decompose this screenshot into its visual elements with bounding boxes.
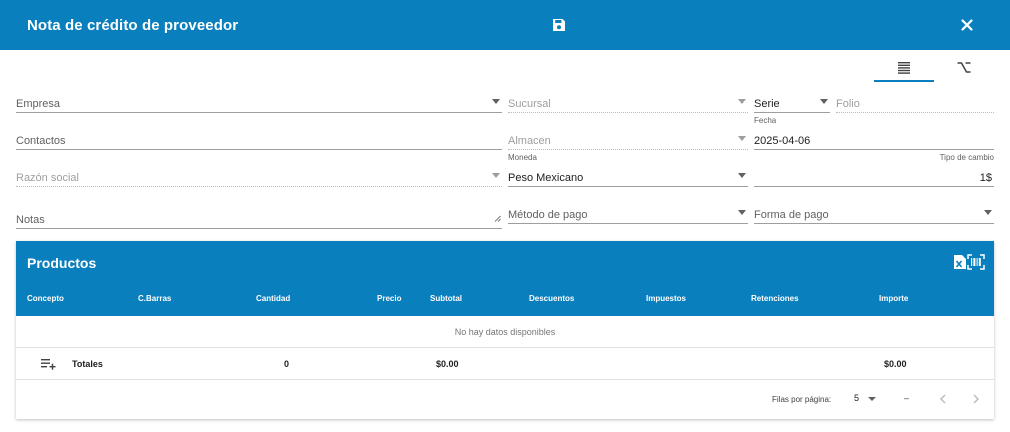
column-header[interactable]: C.Barras xyxy=(138,294,171,303)
barcode-scan-icon[interactable] xyxy=(967,254,985,275)
sucursal-placeholder: Sucursal xyxy=(508,98,551,110)
dialog-header: Nota de crédito de proveedor xyxy=(0,0,1010,50)
tipo-cambio-field[interactable]: Tipo de cambio 1$ xyxy=(754,153,994,187)
chevron-down-icon xyxy=(738,136,746,141)
forma-pago-select[interactable]: Forma de pago xyxy=(754,204,994,224)
column-header[interactable]: Retenciones xyxy=(751,294,799,303)
add-row-icon[interactable] xyxy=(40,357,56,376)
almacen-select[interactable]: Almacen xyxy=(508,130,748,150)
column-header[interactable]: Concepto xyxy=(27,294,64,303)
fecha-label: Fecha xyxy=(754,116,777,125)
totals-importe: $0.00 xyxy=(884,359,907,369)
close-icon[interactable] xyxy=(958,16,976,34)
totals-row: Totales 0 $0.00 $0.00 xyxy=(16,348,994,380)
resize-handle-icon[interactable] xyxy=(494,209,501,227)
tipo-cambio-label: Tipo de cambio xyxy=(939,153,994,162)
column-header[interactable]: Precio xyxy=(377,294,401,303)
totals-label: Totales xyxy=(72,359,103,369)
razon-social-placeholder: Razón social xyxy=(16,172,79,184)
notas-textarea[interactable]: Notas xyxy=(16,208,502,229)
chevron-down-icon xyxy=(492,99,500,104)
tab-option-view[interactable] xyxy=(934,54,994,82)
fecha-field[interactable]: Fecha 2025-04-06 xyxy=(754,116,994,150)
serie-select[interactable]: Serie xyxy=(754,93,830,113)
totals-cantidad: 0 xyxy=(284,359,290,369)
forma-pago-placeholder: Forma de pago xyxy=(754,209,829,221)
products-header: Productos Concepto C.Barras Cantidad Pre… xyxy=(16,241,994,316)
contactos-placeholder: Contactos xyxy=(16,135,66,147)
moneda-select[interactable]: Moneda Peso Mexicano xyxy=(508,153,748,187)
totals-subtotal: $0.00 xyxy=(436,359,459,369)
products-card: Productos Concepto C.Barras Cantidad Pre… xyxy=(16,241,994,419)
save-icon[interactable] xyxy=(551,17,567,33)
column-header[interactable]: Impuestos xyxy=(646,294,686,303)
column-header[interactable]: Cantidad xyxy=(256,294,290,303)
moneda-label: Moneda xyxy=(508,153,537,162)
notas-placeholder: Notas xyxy=(16,214,45,226)
table-pagination: Filas por página: 5 – xyxy=(16,380,994,419)
metodo-pago-select[interactable]: Método de pago xyxy=(508,204,748,224)
column-header[interactable]: Importe xyxy=(879,294,908,303)
column-header[interactable]: Descuentos xyxy=(529,294,574,303)
rows-per-page-label: Filas por página: xyxy=(772,395,832,404)
chevron-down-icon xyxy=(738,99,746,104)
chevron-down-icon xyxy=(738,173,746,178)
products-title: Productos xyxy=(27,255,97,271)
almacen-placeholder: Almacen xyxy=(508,135,551,147)
rows-per-page-select[interactable]: 5 xyxy=(854,393,859,403)
empresa-placeholder: Empresa xyxy=(16,98,61,110)
contactos-field[interactable]: Contactos xyxy=(16,130,502,150)
folio-field[interactable]: Folio xyxy=(836,93,994,113)
excel-icon[interactable] xyxy=(953,254,967,275)
page-range: – xyxy=(904,393,910,403)
tab-list-view[interactable] xyxy=(874,54,934,82)
fecha-value: 2025-04-06 xyxy=(754,135,811,147)
chevron-down-icon[interactable] xyxy=(868,397,876,401)
column-header[interactable]: Subtotal xyxy=(430,294,462,303)
chevron-down-icon xyxy=(820,99,828,104)
razon-social-select[interactable]: Razón social xyxy=(16,167,502,187)
dialog-title: Nota de crédito de proveedor xyxy=(27,17,239,34)
moneda-value: Peso Mexicano xyxy=(508,172,584,184)
empty-table-message: No hay datos disponibles xyxy=(16,316,994,348)
metodo-pago-placeholder: Método de pago xyxy=(508,209,588,221)
tipo-cambio-value: 1$ xyxy=(979,172,992,184)
folio-placeholder: Folio xyxy=(836,98,860,110)
chevron-down-icon xyxy=(738,210,746,215)
sucursal-select[interactable]: Sucursal xyxy=(508,93,748,113)
next-page-icon[interactable] xyxy=(971,392,981,410)
previous-page-icon[interactable] xyxy=(938,392,948,410)
empresa-select[interactable]: Empresa xyxy=(16,93,502,113)
serie-value: Serie xyxy=(754,98,780,110)
chevron-down-icon xyxy=(492,173,500,178)
chevron-down-icon xyxy=(984,210,992,215)
